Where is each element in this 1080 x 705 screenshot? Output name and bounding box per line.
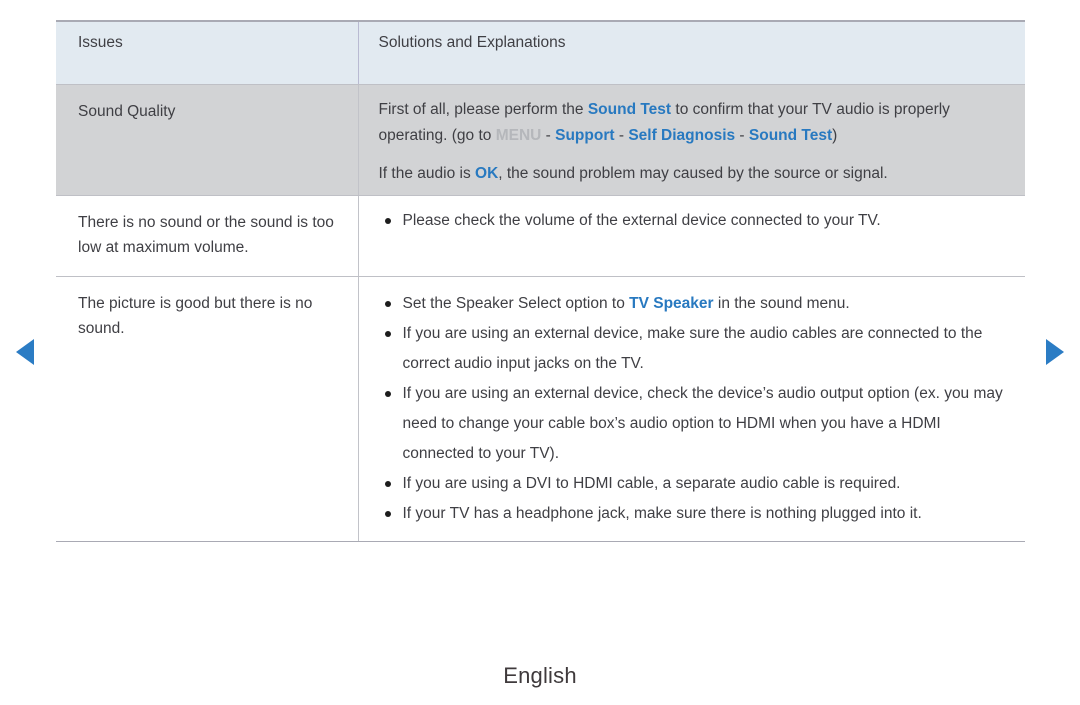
list-item: Set the Speaker Select option to TV Spea… [379,289,1012,319]
bullet-list: Set the Speaker Select option to TV Spea… [359,277,1026,541]
troubleshooting-table: Issues Solutions and Explanations Sound … [56,20,1025,542]
list-item: If you are using a DVI to HDMI cable, a … [379,469,1012,499]
text-segment: - [614,127,629,144]
text-segment: If your TV has a headphone jack, make su… [402,505,922,522]
list-item: If your TV has a headphone jack, make su… [379,499,1012,529]
text-segment: , the sound problem may caused by the so… [498,165,888,182]
table-row: The picture is good but there is no soun… [56,276,1026,542]
issue-cell: Sound Quality [56,84,358,196]
highlighted-term: Support [555,127,615,144]
text-segment: Please check the volume of the external … [402,212,881,229]
highlighted-term: Sound Test [587,101,672,118]
menu-term: MENU [495,127,542,144]
highlighted-term: Sound Test [748,127,833,144]
column-header-solutions: Solutions and Explanations [357,20,1025,85]
next-page-arrow-icon[interactable] [1046,339,1064,365]
text-segment: First of all, please perform the [378,101,588,118]
highlighted-term: TV Speaker [629,295,714,312]
solution-cell: Set the Speaker Select option to TV Spea… [357,276,1026,542]
text-segment: Set the Speaker Select option to [402,295,630,312]
list-item: Please check the volume of the external … [379,206,1012,236]
text-segment: If you are using a DVI to HDMI cable, a … [402,475,901,492]
paragraph: First of all, please perform the Sound T… [379,97,1010,149]
list-item: If you are using an external device, che… [379,379,1012,469]
bullet-list: Please check the volume of the external … [359,196,1026,246]
highlighted-term: OK [475,165,499,182]
text-segment: - [541,127,556,144]
issue-label: There is no sound or the sound is too lo… [78,214,334,256]
issue-cell: The picture is good but there is no soun… [56,276,358,542]
column-header-issues: Issues [56,20,358,85]
manual-page: Issues Solutions and Explanations Sound … [0,0,1080,705]
table-row: There is no sound or the sound is too lo… [56,195,1026,277]
text-segment: in the sound menu. [713,295,850,312]
text-segment: If you are using an external device, che… [402,385,1003,462]
table-header-row: Issues Solutions and Explanations [56,20,1025,85]
table-row: Sound Quality First of all, please perfo… [56,84,1026,196]
paragraph-list: First of all, please perform the Sound T… [359,85,1026,195]
troubleshooting-table-wrapper: Issues Solutions and Explanations Sound … [56,20,1025,542]
issue-label: Sound Quality [78,103,176,120]
previous-page-arrow-icon[interactable] [16,339,34,365]
text-segment: If you are using an external device, mak… [402,325,983,372]
text-segment: ) [832,127,838,144]
issue-cell: There is no sound or the sound is too lo… [56,195,358,277]
list-item: If you are using an external device, mak… [379,319,1012,379]
solution-cell: Please check the volume of the external … [357,195,1026,277]
footer-language-label: English [503,663,577,688]
issue-label: The picture is good but there is no soun… [78,295,313,337]
text-segment: - [735,127,749,144]
highlighted-term: Self Diagnosis [628,127,736,144]
text-segment: If the audio is [378,165,476,182]
paragraph: If the audio is OK, the sound problem ma… [379,161,1010,187]
table-body: Sound Quality First of all, please perfo… [56,84,1026,542]
solution-cell: First of all, please perform the Sound T… [357,84,1026,196]
